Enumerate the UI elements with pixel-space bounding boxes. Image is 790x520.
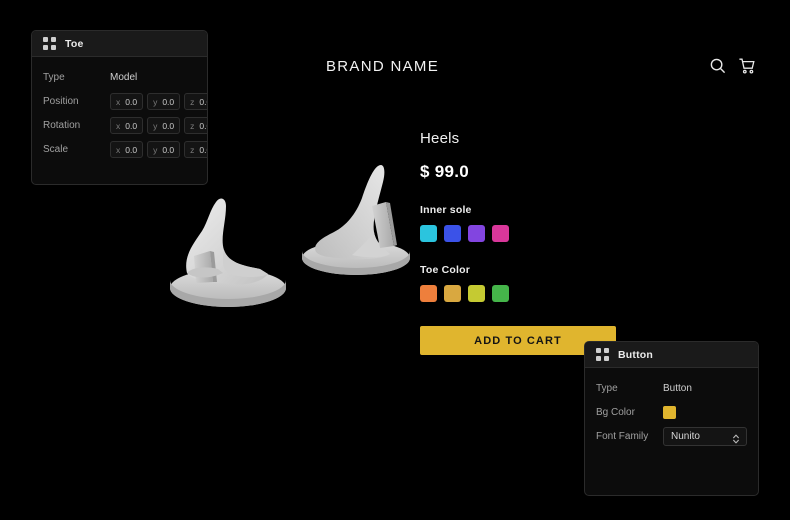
rotation-x-field[interactable]: x 0.0 — [110, 117, 144, 134]
scale-y-axis: y — [153, 144, 158, 155]
row-label-position: Position — [43, 96, 79, 107]
swatch-toe-color-3[interactable] — [468, 285, 485, 302]
row-scale: Scale x 0.0 y 0.0 z 0.0 — [43, 138, 207, 161]
bg-color-swatch[interactable] — [663, 406, 676, 419]
row-font-family: Font Family Nunito — [596, 425, 747, 448]
position-z-field[interactable]: z 0.0 — [184, 93, 207, 110]
product-price: $ 99.0 — [420, 162, 470, 181]
swatch-inner-sole-4[interactable] — [492, 225, 509, 242]
option-label-toe-color: Toe Color — [420, 264, 471, 276]
scale-x-axis: x — [116, 144, 121, 155]
row-label-type: Type — [596, 383, 618, 394]
rotation-z-value: 0.0 — [199, 120, 207, 131]
brand-name: BRAND NAME — [326, 57, 440, 75]
panel-body-button: Type Button Bg Color Font Family Nunito — [585, 368, 758, 459]
swatch-inner-sole-2[interactable] — [444, 225, 461, 242]
option-group-toe-color: Toe Color — [420, 264, 660, 302]
scale-z-axis: z — [190, 144, 195, 155]
header-icon-group — [709, 44, 756, 88]
grid-icon — [596, 348, 609, 361]
scale-z-value: 0.0 — [199, 144, 207, 155]
position-x-axis: x — [116, 96, 121, 107]
row-label-font-family: Font Family — [596, 431, 649, 442]
swatch-inner-sole-1[interactable] — [420, 225, 437, 242]
rotation-y-field[interactable]: y 0.0 — [147, 117, 181, 134]
scale-y-value: 0.0 — [162, 144, 175, 155]
vector-input-scale: x 0.0 y 0.0 z 0.0 — [110, 141, 207, 158]
rotation-x-value: 0.0 — [125, 120, 138, 131]
row-position: Position x 0.0 y 0.0 z 0.0 — [43, 90, 207, 113]
scale-x-value: 0.0 — [125, 144, 138, 155]
row-label-bg-color: Bg Color — [596, 407, 635, 418]
rotation-y-axis: y — [153, 120, 158, 131]
rotation-z-field[interactable]: z 0.0 — [184, 117, 207, 134]
position-y-value: 0.0 — [162, 96, 175, 107]
panel-body-toe: Type Model Position x 0.0 y 0.0 z 0. Rot… — [32, 57, 207, 172]
font-family-select[interactable]: Nunito — [663, 427, 747, 446]
store-header: BRAND NAME — [208, 44, 790, 88]
position-z-value: 0.0 — [199, 96, 207, 107]
vector-input-position: x 0.0 y 0.0 z 0.0 — [110, 93, 207, 110]
rotation-z-axis: z — [190, 120, 195, 131]
row-value-type: Model — [110, 72, 138, 83]
search-icon[interactable] — [709, 57, 727, 75]
heel-shoe-left — [170, 198, 286, 307]
panel-header-button[interactable]: Button — [585, 342, 758, 368]
swatch-toe-color-4[interactable] — [492, 285, 509, 302]
position-y-axis: y — [153, 96, 158, 107]
row-type: Type Model — [43, 66, 196, 89]
position-x-field[interactable]: x 0.0 — [110, 93, 144, 110]
scale-y-field[interactable]: y 0.0 — [147, 141, 181, 158]
chevron-updown-icon — [732, 431, 740, 443]
swatch-row-inner-sole — [420, 225, 660, 242]
heel-shoe-right — [302, 164, 410, 275]
position-x-value: 0.0 — [125, 96, 138, 107]
swatch-toe-color-1[interactable] — [420, 285, 437, 302]
position-z-axis: z — [190, 96, 195, 107]
scale-x-field[interactable]: x 0.0 — [110, 141, 144, 158]
row-label-scale: Scale — [43, 144, 69, 155]
panel-header-toe[interactable]: Toe — [32, 31, 207, 57]
row-label-type: Type — [43, 72, 65, 83]
option-label-inner-sole: Inner sole — [420, 204, 472, 216]
swatch-inner-sole-3[interactable] — [468, 225, 485, 242]
font-family-value: Nunito — [671, 431, 700, 442]
row-bg-color: Bg Color — [596, 401, 747, 424]
rotation-y-value: 0.0 — [162, 120, 175, 131]
position-y-field[interactable]: y 0.0 — [147, 93, 181, 110]
shopping-cart-icon[interactable] — [738, 57, 756, 75]
row-value-type: Button — [663, 383, 692, 394]
row-rotation: Rotation x 0.0 y 0.0 z 0.0 — [43, 114, 207, 137]
swatch-toe-color-2[interactable] — [444, 285, 461, 302]
grid-icon — [43, 37, 56, 50]
vector-input-rotation: x 0.0 y 0.0 z 0.0 — [110, 117, 207, 134]
product-title: Heels — [420, 130, 460, 147]
scale-z-field[interactable]: z 0.0 — [184, 141, 207, 158]
inspector-panel-button: Button Type Button Bg Color Font Family … — [584, 341, 759, 496]
row-label-rotation: Rotation — [43, 120, 81, 131]
panel-title-toe: Toe — [65, 37, 84, 50]
swatch-row-toe-color — [420, 285, 660, 302]
option-group-inner-sole: Inner sole — [420, 204, 660, 242]
inspector-panel-toe: Toe Type Model Position x 0.0 y 0.0 z 0.… — [31, 30, 208, 185]
rotation-x-axis: x — [116, 120, 121, 131]
row-type: Type Button — [596, 377, 747, 400]
app-root: BRAND NAME Heels $ 99.0 Inner sole Toe C… — [0, 0, 790, 520]
product-details: Heels $ 99.0 Inner sole Toe Color ADD TO… — [420, 130, 660, 355]
panel-title-button: Button — [618, 348, 654, 361]
